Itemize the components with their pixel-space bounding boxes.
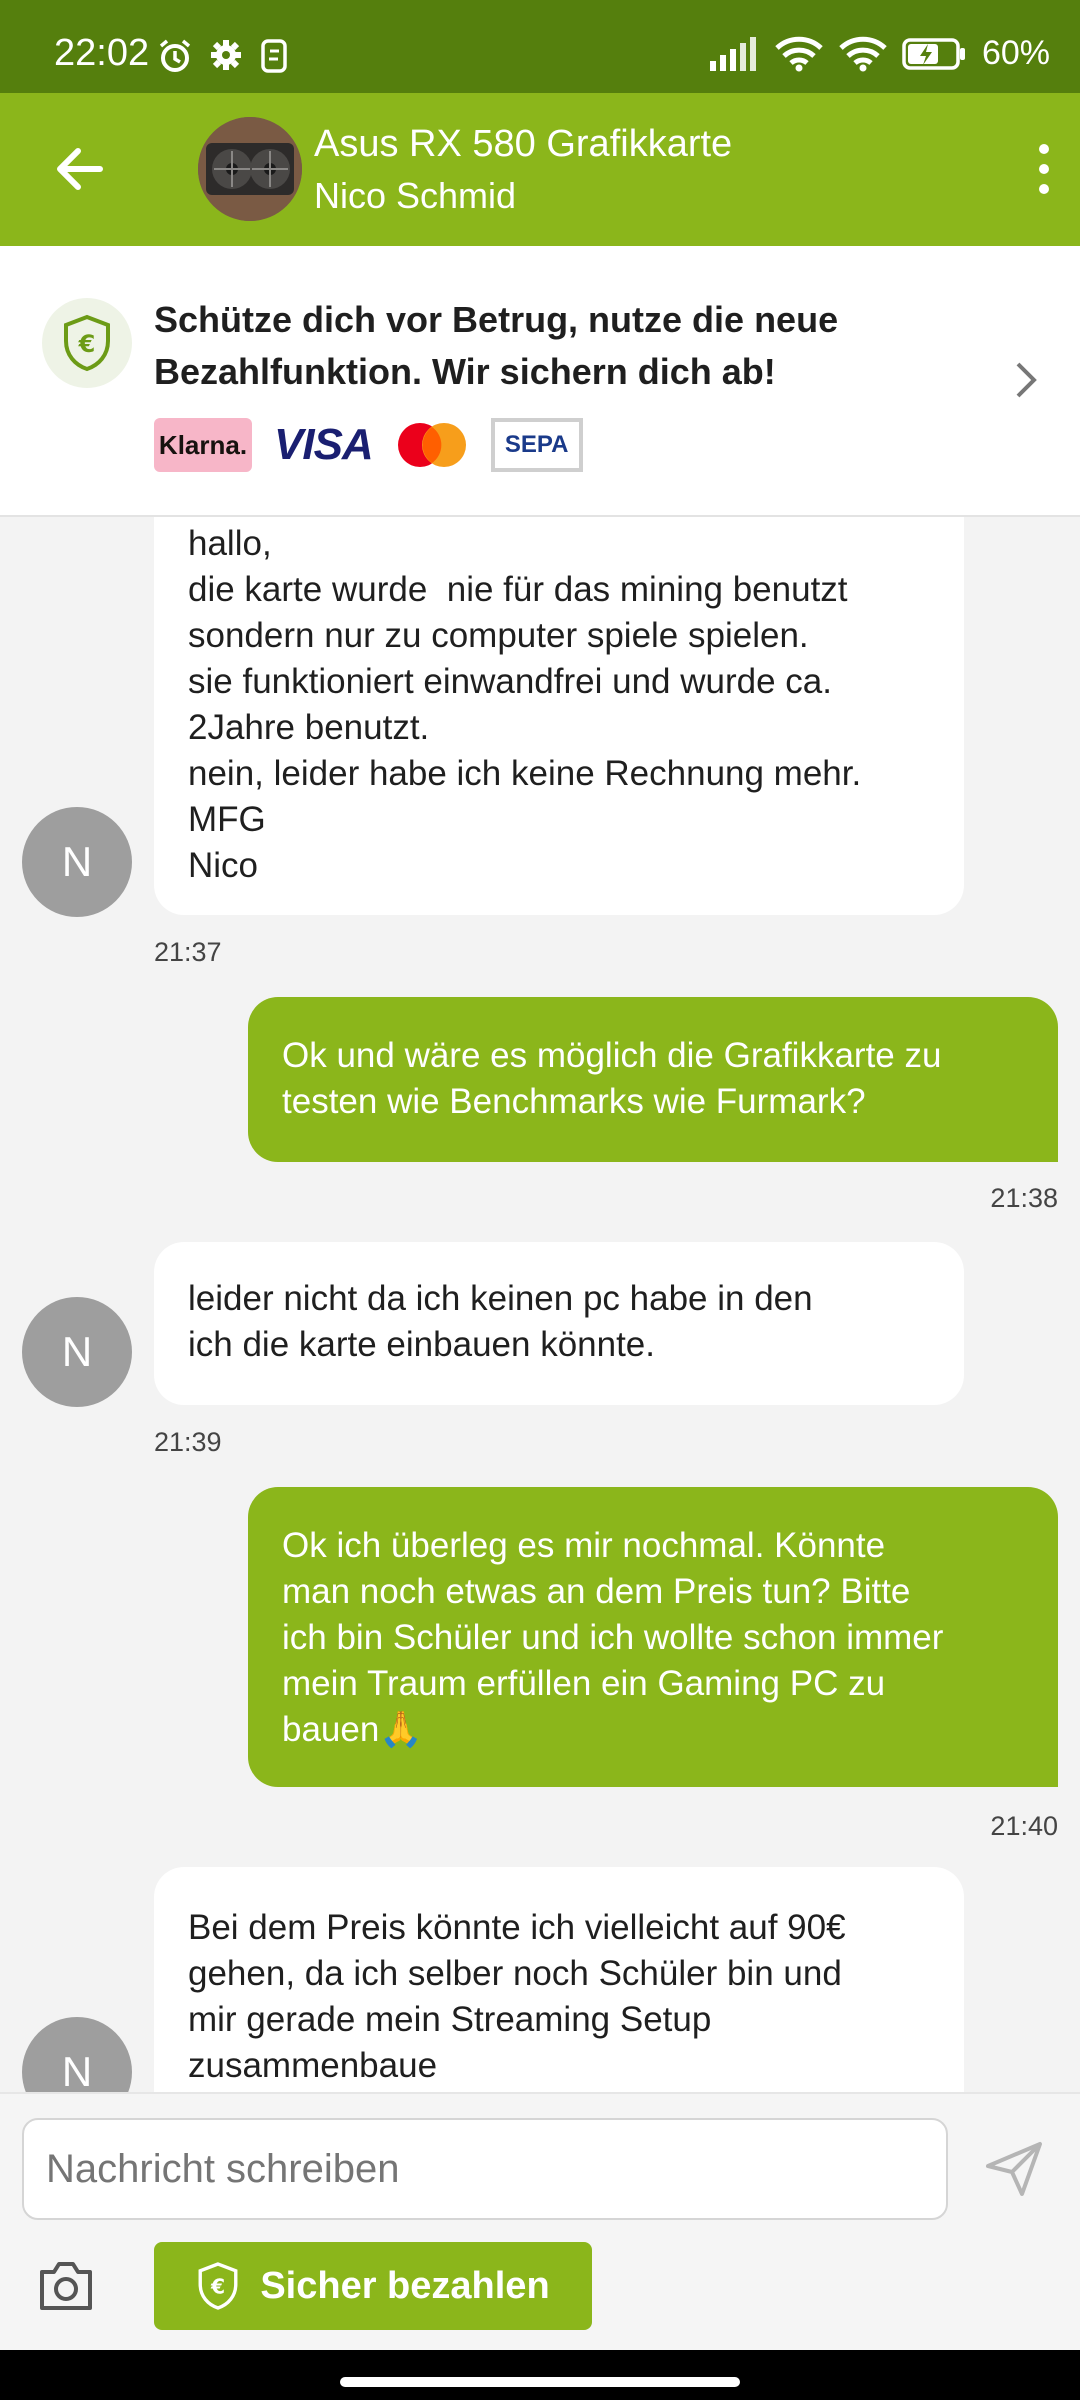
listing-title[interactable]: Asus RX 580 Grafikkarte xyxy=(314,123,732,166)
chat-header: Asus RX 580 Grafikkarte Nico Schmid xyxy=(0,93,1080,246)
message-line: Bei dem Preis könnte ich vielleicht auf … xyxy=(188,1908,846,1947)
message-line: testen wie Benchmarks wie Furmark? xyxy=(282,1082,866,1121)
battery-icon xyxy=(902,37,965,70)
battery-percent: 60% xyxy=(981,34,1050,72)
message-line: leider nicht da ich keinen pc habe in de… xyxy=(188,1279,813,1318)
secure-pay-button[interactable]: € Sicher bezahlen xyxy=(154,2242,592,2330)
message-bubble-outgoing: Ok und wäre es möglich die Grafikkarte z… xyxy=(248,997,1058,1162)
message-line: nein, leider habe ich keine Rechnung meh… xyxy=(188,754,862,793)
message-line: ich bin Schüler und ich wollte schon imm… xyxy=(282,1618,944,1657)
message-line: sondern nur zu computer spiele spielen. xyxy=(188,616,809,655)
message-bubble-incoming: leider nicht da ich keinen pc habe in de… xyxy=(154,1242,964,1405)
listing-image[interactable] xyxy=(198,117,302,221)
message-line: hallo, xyxy=(188,524,272,563)
svg-text:€: € xyxy=(210,2275,225,2299)
composer-bar: € Sicher bezahlen xyxy=(0,2092,1080,2350)
message-line: ich die karte einbauen könnte. xyxy=(188,1325,655,1364)
message-bubble-incoming: hallo, die karte wurde nie für das mining… xyxy=(154,517,964,915)
home-gesture-handle[interactable] xyxy=(340,2377,740,2387)
system-nav-bar xyxy=(0,2350,1080,2400)
message-line: MFG xyxy=(188,800,266,839)
wifi-icon xyxy=(775,36,823,71)
message-line: 2Jahre benutzt. xyxy=(188,708,430,747)
nfc-icon xyxy=(261,39,287,73)
message-list[interactable]: hallo, die karte wurde nie für das mining… xyxy=(0,517,1080,2092)
message-time: 21:39 xyxy=(154,1427,222,1457)
message-line: mir gerade mein Streaming Setup xyxy=(188,2000,712,2039)
payment-protection-banner[interactable]: € Schütze dich vor Betrug, nutze die neu… xyxy=(0,246,1080,517)
message-time: 21:37 xyxy=(154,937,222,967)
message-input[interactable] xyxy=(22,2118,948,2220)
status-icons-left xyxy=(157,38,289,74)
message-line: Ok und wäre es möglich die Grafikkarte z… xyxy=(282,1036,942,1075)
message-line: zusammenbaue xyxy=(188,2046,438,2085)
camera-icon[interactable] xyxy=(36,2258,96,2314)
sender-avatar[interactable]: N xyxy=(22,2017,132,2092)
alarm-icon xyxy=(159,39,191,72)
more-options-icon[interactable] xyxy=(1024,139,1064,199)
wifi-icon xyxy=(839,36,887,71)
message-time: 21:38 xyxy=(990,1183,1058,1213)
klarna-logo: Klarna. xyxy=(154,418,252,472)
back-arrow-icon[interactable] xyxy=(50,139,110,199)
sender-avatar[interactable]: N xyxy=(22,807,132,917)
chevron-right-icon[interactable] xyxy=(1006,358,1046,402)
banner-text: Schütze dich vor Betrug, nutze die neue … xyxy=(154,299,839,392)
message-bubble-outgoing: Ok ich überleg es mir nochmal. Könnte man… xyxy=(248,1487,1058,1787)
status-bar: 22:02 60% xyxy=(0,0,1080,93)
visa-logo: VISA xyxy=(274,420,374,469)
status-icons-right: 60% xyxy=(708,34,1050,73)
svg-text:€: € xyxy=(78,330,96,358)
settings-icon xyxy=(211,40,241,70)
message-bubble-incoming: Bei dem Preis könnte ich vielleicht auf … xyxy=(154,1867,964,2092)
signal-icon xyxy=(709,36,756,71)
message-line: gehen, da ich selber noch Schüler bin un… xyxy=(188,1954,842,1993)
send-icon[interactable] xyxy=(984,2138,1044,2198)
message-time: 21:40 xyxy=(990,1811,1058,1841)
message-line: man noch etwas an dem Preis tun? Bitte xyxy=(282,1572,911,1611)
payment-logos: Klarna. VISA SEPA xyxy=(154,418,583,472)
message-line: die karte wurde nie für das mining benut… xyxy=(188,570,848,609)
shield-euro-icon: € xyxy=(198,2262,238,2310)
mastercard-logo-icon xyxy=(397,423,466,467)
sepa-logo: SEPA xyxy=(490,418,583,472)
secure-pay-label: Sicher bezahlen xyxy=(260,2264,550,2307)
shield-circle: € xyxy=(42,298,132,388)
shield-euro-icon: € xyxy=(64,314,110,372)
message-line: mein Traum erfüllen ein Gaming PC zu xyxy=(282,1664,886,1703)
seller-name[interactable]: Nico Schmid xyxy=(314,175,516,217)
message-line: Nico xyxy=(188,846,259,885)
message-line: sie funktioniert einwandfrei und wurde c… xyxy=(188,662,832,701)
status-time: 22:02 xyxy=(54,32,150,74)
message-line: bauen🙏 xyxy=(282,1710,423,1749)
graphics-card-thumbnail-icon xyxy=(198,117,302,221)
sender-avatar[interactable]: N xyxy=(22,1297,132,1407)
message-line: Ok ich überleg es mir nochmal. Könnte xyxy=(282,1526,886,1565)
